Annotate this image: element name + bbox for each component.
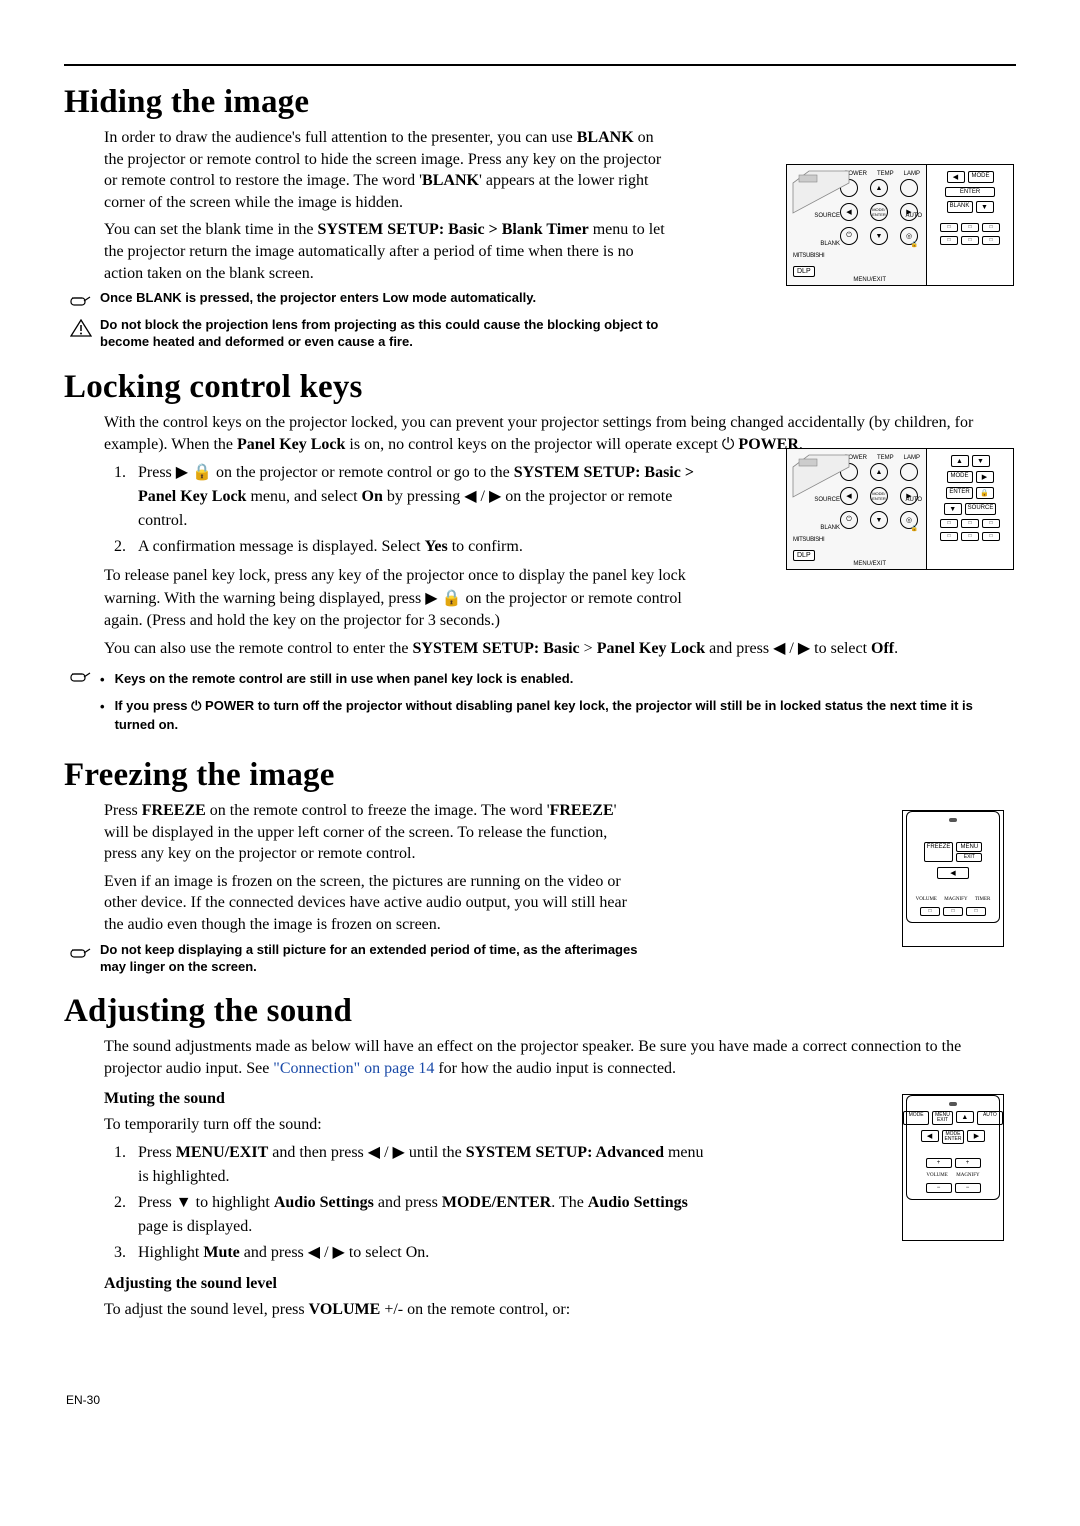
hiding-warning: Do not block the projection lens from pr…	[64, 317, 1016, 351]
freeze-p1: Press FREEZE on the remote control to fr…	[104, 800, 644, 865]
hiding-note: Once BLANK is pressed, the projector ent…	[64, 290, 1016, 311]
page: Hiding the image In order to draw the au…	[4, 4, 1076, 1427]
freeze-note-text: Do not keep displaying a still picture f…	[100, 942, 640, 976]
muting-subhead: Muting the sound	[104, 1090, 1016, 1108]
hiding-image-body: In order to draw the audience's full att…	[104, 127, 676, 284]
sound-p1: The sound adjustments made as below will…	[104, 1036, 1016, 1079]
hiding-warn-text: Do not block the projection lens from pr…	[100, 317, 670, 351]
remote-figure-volume: MODEMENUEXIT▲AUTO ◀MODEENTER▶ ++ VOLUME …	[902, 1094, 1004, 1241]
lock-bullet-1: Keys on the remote control are still in …	[115, 670, 574, 690]
lock-steps: Press ▶ 🔒 on the projector or remote con…	[104, 461, 704, 632]
adjust-level-body: To adjust the sound level, press VOLUME …	[104, 1299, 1016, 1321]
mute-intro: To temporarily turn off the sound:	[104, 1114, 1016, 1136]
note-icon	[70, 668, 92, 687]
hiding-image-title: Hiding the image	[64, 84, 1016, 121]
adjust-level-p: To adjust the sound level, press VOLUME …	[104, 1299, 1016, 1321]
freeze-note: Do not keep displaying a still picture f…	[64, 942, 1016, 976]
page-footer: EN-30	[66, 1393, 100, 1407]
mute-p: To temporarily turn off the sound:	[104, 1114, 1016, 1136]
connection-link[interactable]: "Connection" on page 14	[273, 1060, 434, 1077]
top-rule	[64, 64, 1016, 66]
lock-step-2: A confirmation message is displayed. Sel…	[130, 535, 704, 559]
adjusting-sound-title: Adjusting the sound	[64, 993, 1016, 1030]
freeze-p2: Even if an image is frozen on the screen…	[104, 871, 644, 936]
projector-panel-figure-a: POWERTEMPLAMP ▲ ◀MODE/ ENTER▶ ⏻▼◎ SOURCE…	[786, 164, 1014, 286]
lock-p3-block: You can also use the remote control to e…	[104, 638, 1016, 660]
sound-body: The sound adjustments made as below will…	[104, 1036, 1016, 1079]
lock-release-p: To release panel key lock, press any key…	[104, 565, 704, 632]
lock-step-1: Press ▶ 🔒 on the projector or remote con…	[130, 461, 704, 533]
mute-step-2: Press ▼ to highlight Audio Settings and …	[130, 1191, 704, 1239]
freezing-body: Press FREEZE on the remote control to fr…	[104, 800, 644, 936]
freezing-title: Freezing the image	[64, 757, 1016, 794]
adjust-level-subhead: Adjusting the sound level	[104, 1275, 1016, 1293]
hiding-p1: In order to draw the audience's full att…	[104, 127, 676, 213]
mute-step-3: Highlight Mute and press ◀ / ▶ to select…	[130, 1241, 704, 1265]
warning-icon	[70, 319, 92, 342]
mute-steps: Press MENU/EXIT and then press ◀ / ▶ unt…	[104, 1141, 704, 1265]
hiding-p2: You can set the blank time in the SYSTEM…	[104, 219, 676, 284]
locking-keys-title: Locking control keys	[64, 369, 1016, 406]
lock-bullet-2: If you press ⏻ POWER to turn off the pro…	[115, 697, 1016, 735]
projector-panel-figure-b: POWERTEMPLAMP ▲ ◀MODE/ ENTER▶ ⏻▼◎ SOURCE…	[786, 448, 1014, 570]
note-icon	[70, 292, 92, 311]
note-icon	[70, 944, 92, 963]
mute-step-1: Press MENU/EXIT and then press ◀ / ▶ unt…	[130, 1141, 704, 1189]
remote-figure-freeze: FREEZEMENUEXIT ◀ VOLUME MAGNIFY TIMER □□…	[902, 810, 1004, 947]
hiding-note-text: Once BLANK is pressed, the projector ent…	[100, 290, 536, 307]
lock-bullets-block: •Keys on the remote control are still in…	[64, 666, 1016, 739]
lock-p3: You can also use the remote control to e…	[104, 638, 1016, 660]
